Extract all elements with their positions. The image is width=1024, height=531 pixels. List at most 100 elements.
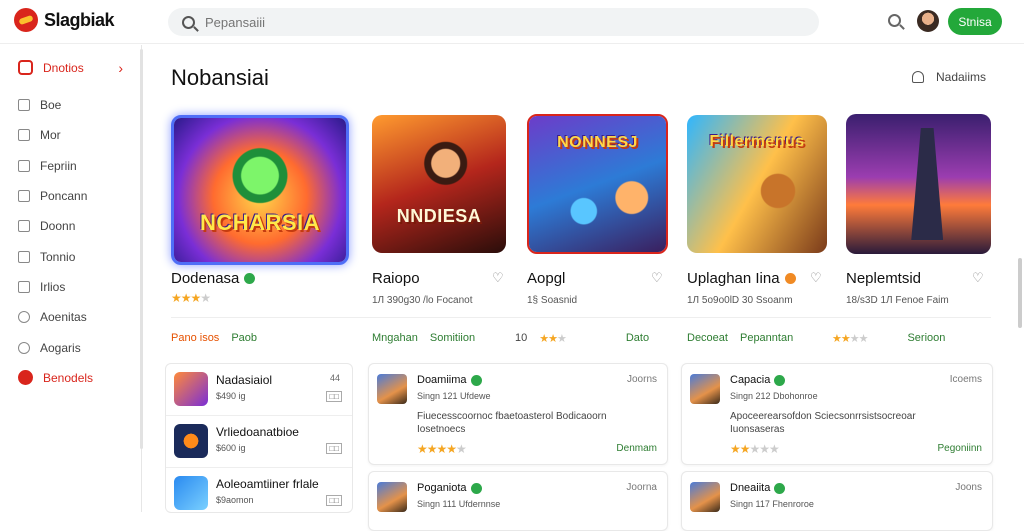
review-author-label: Poganiota (417, 482, 467, 494)
heart-icon[interactable]: ♡ (492, 270, 504, 286)
game-tile[interactable]: NONNESJ (527, 114, 668, 254)
game-tile[interactable]: NNDIESA (372, 115, 506, 253)
sidebar-item-label: Poncann (40, 189, 88, 204)
list-item-meta: $9aomon (216, 495, 254, 505)
header-link[interactable]: Nadaiims (911, 70, 986, 84)
square-icon (18, 250, 30, 263)
review-card[interactable]: Doamiima Joorns Singn 121 Ufdewe Fiueces… (368, 363, 668, 465)
sidebar-item[interactable]: Tonnio (0, 241, 141, 271)
game-name[interactable]: Raiopo (372, 270, 420, 287)
primary-button[interactable]: Stnisa (948, 8, 1002, 35)
sidebar-item[interactable]: Mor (0, 120, 141, 150)
search-icon[interactable] (888, 14, 901, 27)
tag-row: Pano isos Paob (171, 332, 257, 344)
user-icon (911, 71, 924, 83)
avatar (690, 482, 720, 512)
game-tile[interactable]: Fillermenus (687, 115, 827, 253)
rating-stars: ★★★★ (171, 291, 211, 305)
game-thumbnail (174, 424, 208, 458)
logo[interactable]: Slagbiak (14, 8, 115, 32)
sidebar-item[interactable]: Boe (0, 90, 141, 120)
game-meta: 1§ Soasnid (527, 295, 578, 306)
tag[interactable]: Serioon (907, 332, 945, 345)
game-name[interactable]: Neplemtsid (846, 270, 921, 287)
review-author: Capacia (730, 374, 786, 386)
badge-icon: □□ (326, 391, 342, 402)
list-item[interactable]: Aoleoamtiiner frlale $9aomon □□ (166, 468, 352, 520)
sidebar-item[interactable]: Doonn (0, 211, 141, 241)
list-item-meta: $490 ig (216, 391, 246, 401)
review-link[interactable]: Joorna (626, 482, 657, 493)
tag[interactable]: Pepanntan (740, 332, 793, 344)
search-input[interactable] (205, 14, 765, 30)
tag[interactable]: Paob (231, 332, 257, 344)
review-card[interactable]: Poganiota Joorna Singn 111 Ufdernnse (368, 471, 668, 531)
game-artwork: Fillermenus (687, 115, 827, 253)
rating-stars: ★★★★★ (417, 442, 467, 456)
heart-icon[interactable]: ♡ (651, 270, 663, 286)
tag-row: Decoeat Pepanntan (687, 332, 793, 344)
chevron-right-icon: › (118, 59, 123, 76)
sidebar-item[interactable]: Aogaris (0, 332, 141, 362)
review-link[interactable]: Joons (955, 482, 982, 493)
tag[interactable]: Dato (626, 332, 649, 345)
sidebar: Dnotios › Boe Mor Fepriin Poncann Doonn … (0, 45, 143, 512)
sidebar-item-label: Fepriin (40, 158, 77, 173)
game-thumbnail (174, 476, 208, 510)
game-name[interactable]: Dodenasa (171, 270, 256, 287)
tag[interactable]: Pano isos (171, 332, 219, 344)
game-list: Nadasiaiol $490 ig 44 □□ Vrliedoanatbioe… (165, 363, 353, 513)
rating-stars: ★★★★ (832, 333, 868, 345)
review-link[interactable]: Icoems (950, 374, 982, 385)
page-scrollbar[interactable] (1018, 258, 1022, 328)
game-tile[interactable] (846, 114, 991, 254)
tag[interactable]: Somitiion (430, 332, 475, 344)
game-art-title: NCHARSIA (199, 210, 321, 235)
sidebar-item[interactable]: Benodels (0, 363, 141, 393)
game-meta: 18/s3D 1Л Fenoe Faim (846, 295, 949, 306)
review-author: Dneaiita (730, 482, 786, 494)
review-text: Apoceerearsofdon Sciecsonrrsistsocreoar … (730, 411, 916, 435)
review-action[interactable]: Denmam (616, 443, 657, 454)
tag[interactable]: Decoeat (687, 332, 728, 344)
heart-icon[interactable]: ♡ (810, 270, 822, 286)
search-bar[interactable] (168, 8, 819, 36)
game-name[interactable]: Aopgl (527, 270, 565, 287)
review-card[interactable]: Capacia Icoems Singn 212 Dbohonroe Apoce… (681, 363, 993, 465)
verified-icon (774, 374, 786, 386)
sidebar-item[interactable]: Fepriin (0, 151, 141, 181)
square-icon (18, 159, 30, 172)
game-tile[interactable]: NCHARSIA (171, 115, 349, 265)
square-icon (18, 129, 30, 142)
sidebar-item[interactable]: Irlios (0, 272, 141, 302)
header-link-label: Nadaiims (935, 70, 986, 84)
game-name[interactable]: Uplaghan Iina (687, 270, 796, 287)
tag[interactable]: Mngahan (372, 332, 418, 344)
sidebar-item[interactable]: Poncann (0, 181, 141, 211)
sidebar-item-active[interactable]: Dnotios › (0, 45, 141, 90)
list-item[interactable]: Nadasiaiol $490 ig 44 □□ (166, 364, 352, 416)
verified-icon (470, 374, 482, 386)
sidebar-item-label: Tonnio (40, 249, 76, 264)
list-item-meta: $600 ig (216, 443, 246, 453)
review-meta: Singn 121 Ufdewe (417, 391, 491, 401)
puzzle-icon (18, 190, 30, 203)
game-artwork: NCHARSIA (174, 118, 346, 262)
sidebar-item[interactable]: Aoenitas (0, 302, 141, 332)
game-name-label: Raiopo (372, 270, 420, 287)
game-art-title: NONNESJ (557, 134, 638, 151)
review-meta: Singn 111 Ufdernnse (417, 499, 501, 509)
list-item-title: Nadasiaiol (216, 373, 273, 387)
sidebar-item-label: Benodels (43, 370, 94, 385)
tag-row: 10 ★★★ Dato (515, 332, 649, 345)
heart-icon[interactable]: ♡ (972, 270, 984, 286)
verified-icon (784, 273, 796, 284)
list-item[interactable]: Vrliedoanatbioe $600 ig □□ (166, 416, 352, 468)
circle-icon (18, 370, 33, 386)
review-link[interactable]: Joorns (627, 374, 657, 385)
search-icon (182, 15, 195, 29)
review-card[interactable]: Dneaiita Joons Singn 117 Fhenroroe (681, 471, 993, 531)
review-author: Doamiima (417, 374, 482, 386)
review-action[interactable]: Pegoniinn (938, 443, 982, 454)
avatar[interactable] (917, 10, 939, 32)
